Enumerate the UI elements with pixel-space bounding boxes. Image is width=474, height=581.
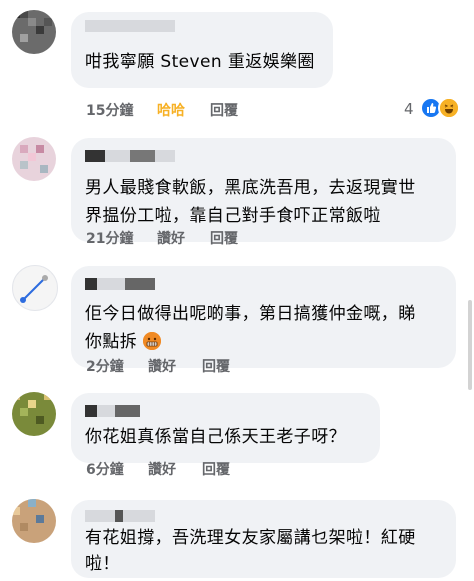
comment-text: 啦！ xyxy=(85,554,120,574)
comment-text: 你點拆 xyxy=(85,332,138,352)
author-name[interactable] xyxy=(85,510,155,522)
avatar[interactable] xyxy=(12,10,56,54)
author-name[interactable] xyxy=(85,20,175,32)
comment-text: 你花姐真係當自己係天王老子呀？ xyxy=(85,427,346,447)
scrollbar[interactable] xyxy=(468,300,472,390)
avatar[interactable] xyxy=(12,265,58,311)
author-name[interactable] xyxy=(85,405,140,417)
comment-text: 佢今日做得出呢啲事，第日搞獲仲金嘅，睇 xyxy=(85,304,416,324)
comment-timestamp[interactable]: 6分鐘 xyxy=(86,459,124,479)
comment-bubble: 你花姐真係當自己係天王老子呀？ xyxy=(71,393,380,463)
reply-button[interactable]: 回覆 xyxy=(210,100,238,120)
comment-bubble: 男人最賤食軟飯，黑底洗吾甩，去返現實世 界揾份工啦，靠自己對手食吓正常飯啦 xyxy=(71,138,456,242)
reaction-count[interactable]: 4 xyxy=(404,100,414,118)
author-name[interactable] xyxy=(85,278,155,290)
author-name[interactable] xyxy=(85,150,175,162)
comment-text: 有花姐撐，吾洗理女友家屬講乜架啦！紅硬 xyxy=(85,528,416,548)
comment-bubble: 咁我寧願 Steven 重返娛樂圈 xyxy=(71,12,333,88)
like-button[interactable]: 讚好 xyxy=(148,356,176,376)
comment-text: 界揾份工啦，靠自己對手食吓正常飯啦 xyxy=(85,206,381,226)
reply-button[interactable]: 回覆 xyxy=(202,356,230,376)
comment-text: 男人最賤食軟飯，黑底洗吾甩，去返現實世 xyxy=(85,178,416,198)
avatar[interactable] xyxy=(12,392,56,436)
comment-thread: 咁我寧願 Steven 重返娛樂圈 15分鐘 哈哈 回覆 4 男人最賤食軟飯，黑… xyxy=(0,0,474,581)
comment-bubble: 有花姐撐，吾洗理女友家屬講乜架啦！紅硬 啦！ xyxy=(71,500,456,578)
reply-button[interactable]: 回覆 xyxy=(210,228,238,248)
avatar[interactable] xyxy=(12,499,56,543)
avatar[interactable] xyxy=(12,137,56,181)
haha-icon xyxy=(438,97,460,119)
like-button[interactable]: 讚好 xyxy=(157,228,185,248)
comment-timestamp[interactable]: 15分鐘 xyxy=(86,100,133,120)
comment-bubble: 佢今日做得出呢啲事，第日搞獲仲金嘅，睇 你點拆 xyxy=(71,266,456,368)
comment-text-line: 你點拆 xyxy=(85,328,162,356)
reply-button[interactable]: 回覆 xyxy=(202,459,230,479)
comment-timestamp[interactable]: 2分鐘 xyxy=(86,356,124,376)
reaction-haha-button[interactable]: 哈哈 xyxy=(157,100,185,120)
comment-text: 咁我寧願 Steven 重返娛樂圈 xyxy=(85,52,315,72)
like-button[interactable]: 讚好 xyxy=(148,459,176,479)
grimacing-face-icon xyxy=(143,332,162,350)
comment-timestamp[interactable]: 21分鐘 xyxy=(86,228,133,248)
